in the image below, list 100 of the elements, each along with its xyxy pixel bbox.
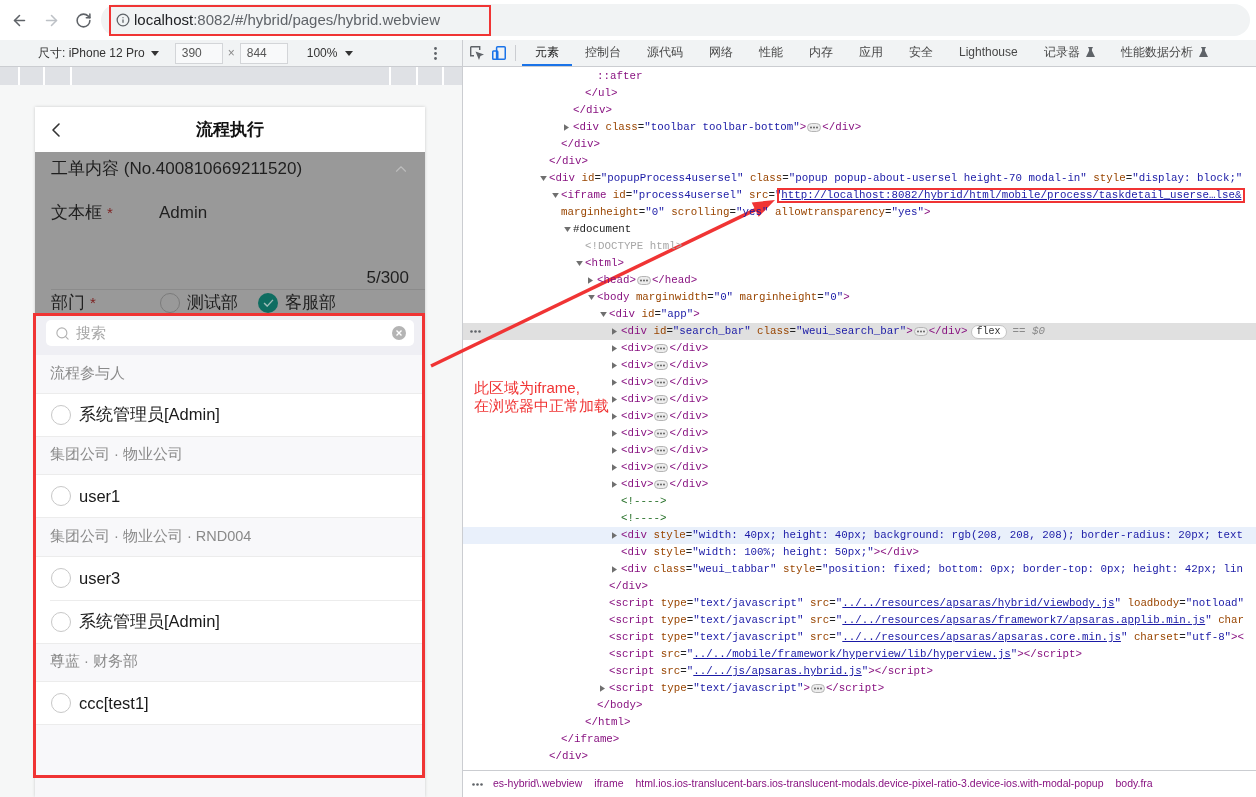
triangle-icon[interactable] xyxy=(564,227,571,232)
ellipsis-icon[interactable] xyxy=(654,361,669,370)
triangle-icon[interactable] xyxy=(612,396,617,403)
ellipsis-icon[interactable] xyxy=(654,429,669,438)
triangle-icon[interactable] xyxy=(564,124,569,131)
triangle-icon[interactable] xyxy=(600,685,605,692)
triangle-icon[interactable] xyxy=(612,464,617,471)
more-icon[interactable] xyxy=(434,46,437,60)
panel-tab[interactable]: 性能 xyxy=(746,40,796,66)
url-link[interactable]: http://localhost:8082/hybrid/html/mobile/process/taskdetail_userse…lse& xyxy=(781,189,1242,201)
triangle-icon[interactable] xyxy=(576,261,583,266)
url-link[interactable]: ../../mobile/framework/hyperview/lib/hyperview.js xyxy=(693,648,1011,660)
url-text[interactable]: localhost:8082/#/hybrid/pages/hybrid.webview xyxy=(134,8,441,32)
triangle-icon[interactable] xyxy=(588,277,593,284)
code-line: <div class="weui_tabbar" style="position: fixed; bottom: 0px; border-top: 0px; height: 42px; lin xyxy=(621,562,1244,577)
flex-badge[interactable]: flex xyxy=(970,324,1007,339)
panel-tab[interactable]: Lighthouse xyxy=(946,40,1031,66)
ellipsis-icon[interactable] xyxy=(654,344,669,353)
panel-tab[interactable]: 内存 xyxy=(796,40,846,66)
triangle-icon[interactable] xyxy=(612,447,617,454)
member-name: 系统管理员[Admin] xyxy=(79,611,220,633)
triangle-icon[interactable] xyxy=(588,295,595,300)
triangle-icon[interactable] xyxy=(552,193,559,198)
panel-tab[interactable]: 网络 xyxy=(696,40,746,66)
code-line: </div> xyxy=(573,103,612,118)
member-row[interactable]: user3 xyxy=(35,556,425,600)
breadcrumb[interactable]: html.ios.ios-translucent-bars.ios-translucent-modals.device-pixel-ratio-3.device-ios.with-modal-popup xyxy=(635,776,1104,792)
ellipsis-icon[interactable] xyxy=(654,463,669,472)
triangle-icon[interactable] xyxy=(612,430,617,437)
more-icon[interactable] xyxy=(472,782,483,786)
code-line: <div> xyxy=(621,409,654,424)
triangle-icon[interactable] xyxy=(612,566,617,573)
inspect-icon[interactable] xyxy=(470,46,484,60)
ellipsis-icon[interactable] xyxy=(810,684,825,693)
ellipsis-icon[interactable] xyxy=(654,480,669,489)
member-row[interactable]: 系统管理员[Admin] xyxy=(35,600,425,644)
url-link[interactable]: ../../js/apsaras.hybrid.js xyxy=(693,665,862,677)
more-icon[interactable] xyxy=(470,330,481,333)
code-line: <body marginwidth="0" marginheight="0"> xyxy=(597,290,850,305)
panel-tab[interactable]: 控制台 xyxy=(572,40,634,66)
zoom-dropdown[interactable]: 100% xyxy=(306,44,354,62)
triangle-icon[interactable] xyxy=(600,312,607,317)
address-bar[interactable]: localhost:8082/#/hybrid/pages/hybrid.webview xyxy=(101,4,1250,36)
radio-button[interactable] xyxy=(51,568,71,588)
ellipsis-icon[interactable] xyxy=(807,123,822,132)
panel-tab[interactable]: 记录器 xyxy=(1030,40,1108,66)
panel-tab[interactable]: 应用 xyxy=(846,40,896,66)
code-line: #document xyxy=(573,222,632,237)
radio-button[interactable] xyxy=(51,693,71,713)
url-link[interactable]: ../../resources/apsaras/hybrid/viewbody.js xyxy=(842,597,1115,609)
code-line: <!----> xyxy=(621,494,667,509)
width-input[interactable]: 390 xyxy=(174,42,223,64)
code-line: </ul> xyxy=(585,86,618,101)
dom-row[interactable]: <div style="width: 40px; height: 40px; background: rgb(208, 208, 208); border-radius: 20px; text xyxy=(463,527,1256,544)
info-icon[interactable] xyxy=(116,13,130,27)
panel-tab[interactable]: 安全 xyxy=(896,40,946,66)
triangle-icon[interactable] xyxy=(612,413,617,420)
panel-tab[interactable]: 性能数据分析 xyxy=(1107,40,1221,66)
ellipsis-icon[interactable] xyxy=(636,276,651,285)
member-row[interactable]: user1 xyxy=(35,475,425,518)
code-line: ::after xyxy=(597,69,643,84)
breadcrumb[interactable]: body.fra xyxy=(1115,776,1153,792)
device-icon[interactable] xyxy=(492,46,506,60)
code-line: </script> xyxy=(825,681,885,696)
code-line: <div id="popupProcess4usersel" class="popup popup-about-usersel height-70 modal-in" style="display: block;" xyxy=(549,171,1243,186)
text-input[interactable]: Admin xyxy=(159,200,208,226)
triangle-icon[interactable] xyxy=(612,328,617,335)
triangle-icon[interactable] xyxy=(612,362,617,369)
ellipsis-icon[interactable] xyxy=(654,446,669,455)
code-line: <script src="../../js/apsaras.hybrid.js"></script> xyxy=(609,664,934,679)
radio-button[interactable] xyxy=(51,404,71,425)
radio-button[interactable] xyxy=(51,486,71,506)
reload-icon xyxy=(74,11,92,29)
height-input[interactable]: 844 xyxy=(239,42,288,64)
ellipsis-icon[interactable] xyxy=(654,412,669,421)
url-link[interactable]: ../../resources/apsaras/framework7/apsaras.applib.min.js xyxy=(842,614,1206,626)
triangle-icon[interactable] xyxy=(612,345,617,352)
radio-button[interactable] xyxy=(258,293,278,313)
device-dropdown[interactable]: 尺寸: iPhone 12 Pro xyxy=(38,44,159,62)
radio-button[interactable] xyxy=(51,611,71,632)
ellipsis-icon[interactable] xyxy=(654,395,669,404)
code-line: <div style="width: 40px; height: 40px; background: rgb(208, 208, 208); border-radius: 20px; text xyxy=(621,528,1244,543)
member-row[interactable]: ccc[test1] xyxy=(35,682,425,725)
url-link[interactable]: ../../resources/apsaras/apsaras.core.min.js xyxy=(842,631,1121,643)
code-line: </div> xyxy=(549,749,588,764)
triangle-icon[interactable] xyxy=(612,481,617,488)
panel-tab[interactable]: 源代码 xyxy=(634,40,696,66)
ellipsis-icon[interactable] xyxy=(913,327,928,336)
dom-row[interactable]: <div id="search_bar" class="weui_search_bar"> </div> flex == $0 xyxy=(463,323,1256,340)
triangle-icon[interactable] xyxy=(540,176,547,181)
breadcrumb[interactable]: iframe xyxy=(594,776,624,792)
member-row[interactable]: 系统管理员[Admin] xyxy=(35,393,425,437)
code-line: </div> xyxy=(669,426,709,441)
triangle-icon[interactable] xyxy=(612,379,617,386)
breadcrumb[interactable]: es-hybrid\.webview xyxy=(493,776,583,792)
required-mark: * xyxy=(107,202,113,223)
ellipsis-icon[interactable] xyxy=(654,378,669,387)
code-line: </div> xyxy=(669,341,709,356)
triangle-icon[interactable] xyxy=(612,532,617,539)
code-line: <html> xyxy=(585,256,624,271)
